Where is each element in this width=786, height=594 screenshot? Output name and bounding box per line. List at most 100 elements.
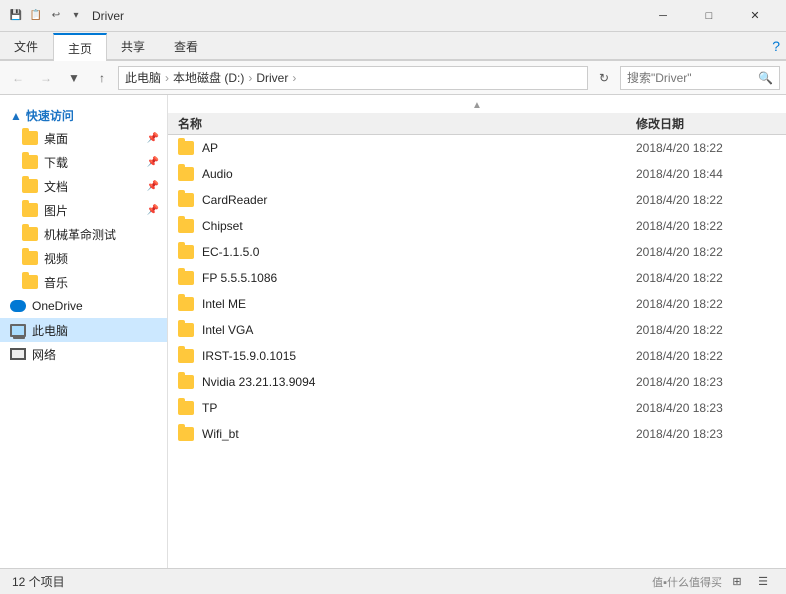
pc-icon <box>10 324 26 337</box>
table-row[interactable]: IRST-15.9.0.1015 2018/4/20 18:22 <box>168 343 786 369</box>
file-date: 2018/4/20 18:22 <box>636 193 776 207</box>
tab-view[interactable]: 查看 <box>160 32 213 60</box>
file-date: 2018/4/20 18:22 <box>636 219 776 233</box>
file-name: CardReader <box>202 193 636 207</box>
file-name: TP <box>202 401 636 415</box>
sidebar-item-pictures[interactable]: 图片 📌 <box>0 198 167 222</box>
folder-icon <box>178 141 194 155</box>
sidebar: ▲ 快速访问 桌面 📌 下载 📌 文档 📌 图片 📌 机械革命测试 <box>0 95 168 568</box>
pin-icon: 📌 <box>147 205 159 216</box>
tab-file[interactable]: 文件 <box>0 32 53 60</box>
search-input[interactable] <box>627 71 754 85</box>
file-date: 2018/4/20 18:22 <box>636 297 776 311</box>
save-icon[interactable]: 💾 <box>8 8 24 24</box>
table-row[interactable]: Nvidia 23.21.13.9094 2018/4/20 18:23 <box>168 369 786 395</box>
minimize-button[interactable]: ─ <box>640 0 686 32</box>
folder-icon <box>178 167 194 181</box>
tab-share[interactable]: 共享 <box>107 32 160 60</box>
file-list-header: 名称 修改日期 <box>168 113 786 135</box>
file-name: Audio <box>202 167 636 181</box>
sidebar-section-quick-access[interactable]: ▲ 快速访问 <box>0 103 167 126</box>
sidebar-item-desktop[interactable]: 桌面 📌 <box>0 126 167 150</box>
sidebar-item-onedrive[interactable]: OneDrive <box>0 294 167 318</box>
breadcrumb-drive[interactable]: 本地磁盘 (D:) <box>173 69 244 86</box>
breadcrumb-driver[interactable]: Driver <box>256 71 288 85</box>
help-icon[interactable]: ? <box>772 38 780 54</box>
sidebar-item-label: 机械革命测试 <box>44 226 116 243</box>
table-row[interactable]: Intel VGA 2018/4/20 18:22 <box>168 317 786 343</box>
up-button[interactable]: ↑ <box>90 66 114 90</box>
pin-icon: 📌 <box>147 157 159 168</box>
table-row[interactable]: Wifi_bt 2018/4/20 18:23 <box>168 421 786 447</box>
file-name: IRST-15.9.0.1015 <box>202 349 636 363</box>
folder-icon <box>178 297 194 311</box>
folder-icon <box>22 227 38 241</box>
file-name: Wifi_bt <box>202 427 636 441</box>
file-name: AP <box>202 141 636 155</box>
sidebar-item-label: 视频 <box>44 250 68 267</box>
table-row[interactable]: EC-1.1.5.0 2018/4/20 18:22 <box>168 239 786 265</box>
address-path[interactable]: 此电脑 › 本地磁盘 (D:) › Driver › <box>118 66 588 90</box>
folder-icon <box>178 193 194 207</box>
file-name: Intel VGA <box>202 323 636 337</box>
item-count: 12 个项目 <box>12 573 65 590</box>
collapse-icon: ▲ <box>10 109 22 123</box>
table-row[interactable]: Audio 2018/4/20 18:44 <box>168 161 786 187</box>
grid-view-button[interactable]: ⊞ <box>726 572 748 592</box>
sidebar-item-videos[interactable]: 视频 <box>0 246 167 270</box>
sidebar-item-network[interactable]: 网络 <box>0 342 167 366</box>
column-date[interactable]: 修改日期 <box>636 115 776 132</box>
folder-icon <box>178 349 194 363</box>
folder-icon <box>22 203 38 217</box>
breadcrumb-this-pc[interactable]: 此电脑 <box>125 69 161 86</box>
column-name[interactable]: 名称 <box>178 115 636 132</box>
sidebar-item-this-pc[interactable]: 此电脑 <box>0 318 167 342</box>
search-icon[interactable]: 🔍 <box>758 71 773 85</box>
forward-button[interactable]: → <box>34 66 58 90</box>
search-box[interactable]: 🔍 <box>620 66 780 90</box>
file-date: 2018/4/20 18:23 <box>636 401 776 415</box>
file-name: Nvidia 23.21.13.9094 <box>202 375 636 389</box>
close-button[interactable]: ✕ <box>732 0 778 32</box>
table-row[interactable]: Intel ME 2018/4/20 18:22 <box>168 291 786 317</box>
sidebar-item-label: 桌面 <box>44 130 68 147</box>
window-controls[interactable]: ─ □ ✕ <box>640 0 778 32</box>
tab-home[interactable]: 主页 <box>53 33 107 61</box>
pin-icon[interactable]: 📋 <box>28 8 44 24</box>
sidebar-item-jiexie[interactable]: 机械革命测试 <box>0 222 167 246</box>
table-row[interactable]: AP 2018/4/20 18:22 <box>168 135 786 161</box>
status-bar: 12 个项目 值▪什么值得买 ⊞ ☰ <box>0 568 786 594</box>
file-name: Chipset <box>202 219 636 233</box>
maximize-button[interactable]: □ <box>686 0 732 32</box>
table-row[interactable]: TP 2018/4/20 18:23 <box>168 395 786 421</box>
refresh-button[interactable]: ↻ <box>592 66 616 90</box>
folder-icon <box>178 219 194 233</box>
folder-icon <box>22 275 38 289</box>
sidebar-item-music[interactable]: 音乐 <box>0 270 167 294</box>
back-button[interactable]: ← <box>6 66 30 90</box>
sidebar-item-label: 文档 <box>44 178 68 195</box>
dropdown-icon[interactable]: ▾ <box>68 8 84 24</box>
section-label: 快速访问 <box>26 107 74 124</box>
quick-access-toolbar[interactable]: 💾 📋 ↩ ▾ <box>8 8 84 24</box>
file-date: 2018/4/20 18:22 <box>636 141 776 155</box>
sep3: › <box>292 71 296 85</box>
table-row[interactable]: FP 5.5.5.1086 2018/4/20 18:22 <box>168 265 786 291</box>
folder-icon <box>22 131 38 145</box>
folder-icon <box>178 401 194 415</box>
list-view-button[interactable]: ☰ <box>752 572 774 592</box>
address-bar: ← → ▼ ↑ 此电脑 › 本地磁盘 (D:) › Driver › ↻ 🔍 <box>0 61 786 95</box>
sidebar-item-label: 网络 <box>32 346 56 363</box>
sidebar-item-downloads[interactable]: 下载 📌 <box>0 150 167 174</box>
file-date: 2018/4/20 18:23 <box>636 427 776 441</box>
undo-icon[interactable]: ↩ <box>48 8 64 24</box>
folder-icon <box>178 427 194 441</box>
pin-icon: 📌 <box>147 133 159 144</box>
watermark: 值▪什么值得买 <box>652 574 722 590</box>
table-row[interactable]: CardReader 2018/4/20 18:22 <box>168 187 786 213</box>
table-row[interactable]: Chipset 2018/4/20 18:22 <box>168 213 786 239</box>
sep1: › <box>165 71 169 85</box>
folder-icon <box>22 251 38 265</box>
recent-locations-button[interactable]: ▼ <box>62 66 86 90</box>
sidebar-item-documents[interactable]: 文档 📌 <box>0 174 167 198</box>
